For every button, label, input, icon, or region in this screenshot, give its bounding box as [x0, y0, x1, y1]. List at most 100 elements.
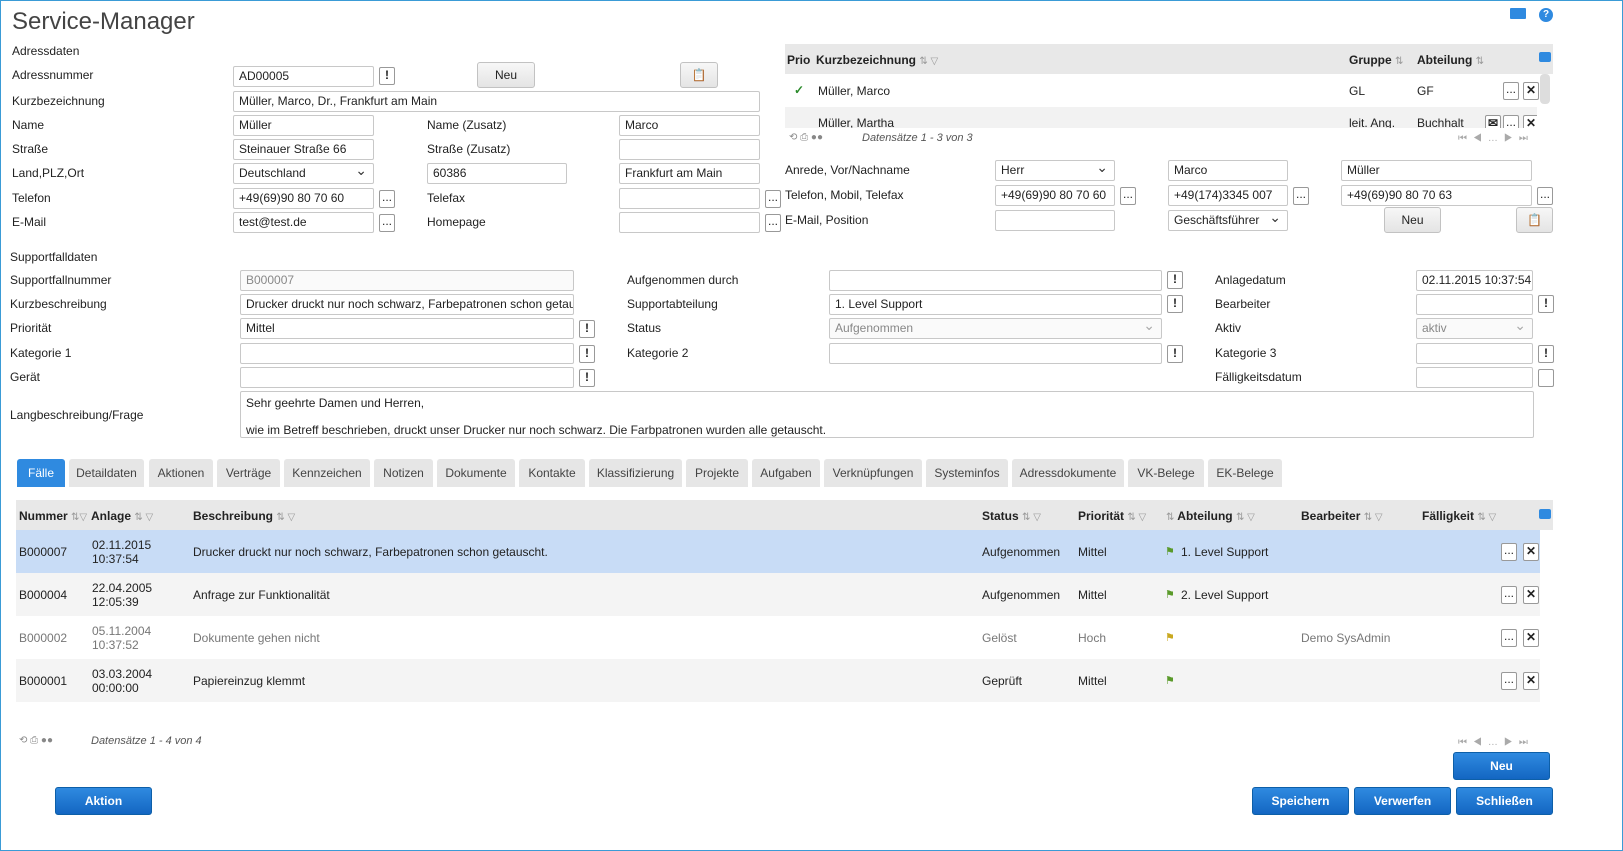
- tab-vertraege[interactable]: Verträge: [217, 459, 280, 487]
- contact-phone-field[interactable]: +49(69)90 80 70 60: [995, 185, 1115, 206]
- action-button[interactable]: Aktion: [55, 787, 152, 815]
- editor-alert-button[interactable]: !: [1538, 295, 1554, 313]
- contact-row[interactable]: Müller, Martha leit. Ang. Buchhalt ✉ ...…: [785, 107, 1537, 128]
- long-desc-textarea[interactable]: Sehr geehrte Damen und Herren, wie im Be…: [240, 391, 1534, 438]
- tab-verknuepfungen[interactable]: Verknüpfungen: [824, 459, 922, 487]
- contact-edit-button[interactable]: ...: [1503, 82, 1519, 100]
- contact-delete-button[interactable]: ✕: [1523, 115, 1537, 128]
- contact-email-field[interactable]: [995, 210, 1115, 231]
- priority-alert-button[interactable]: !: [579, 320, 595, 338]
- tab-kontakte[interactable]: Kontakte: [519, 459, 585, 487]
- street2-field[interactable]: [619, 139, 760, 160]
- col-dept[interactable]: ⇅ Abteilung ⇅ ▽: [1166, 509, 1255, 523]
- tab-kennzeichen[interactable]: Kennzeichen: [284, 459, 370, 487]
- country-select[interactable]: Deutschland: [233, 163, 374, 184]
- mail-icon[interactable]: [1510, 8, 1526, 19]
- address-short-field[interactable]: Müller, Marco, Dr., Frankfurt am Main: [233, 91, 760, 112]
- phone-field[interactable]: +49(69)90 80 70 60: [233, 188, 374, 209]
- position-select[interactable]: Geschäftsführer: [1168, 210, 1288, 231]
- category2-field[interactable]: [829, 343, 1162, 364]
- last-name-field[interactable]: Müller: [1341, 160, 1532, 181]
- contact-clipboard-button[interactable]: 📋: [1516, 207, 1553, 233]
- support-dept-field[interactable]: 1. Level Support: [829, 294, 1162, 315]
- col-desc[interactable]: Beschreibung ⇅ ▽: [193, 509, 295, 523]
- table-row[interactable]: B000002 05.11.2004 10:37:52 Dokumente ge…: [16, 616, 1540, 659]
- homepage-more-button[interactable]: ...: [765, 214, 781, 232]
- email-field[interactable]: test@test.de: [233, 212, 374, 233]
- table-row[interactable]: B000007 02.11.2015 10:37:54 Drucker druc…: [16, 530, 1540, 573]
- contact-mail-button[interactable]: ✉: [1485, 115, 1501, 128]
- row-edit-button[interactable]: ...: [1501, 543, 1517, 561]
- tab-vk-belege[interactable]: VK-Belege: [1128, 459, 1204, 487]
- address-nr-field[interactable]: AD00005: [233, 66, 374, 87]
- category3-alert-button[interactable]: !: [1538, 345, 1554, 363]
- row-edit-button[interactable]: ...: [1501, 586, 1517, 604]
- col-group[interactable]: Gruppe ⇅: [1349, 53, 1403, 67]
- tab-ek-belege[interactable]: EK-Belege: [1208, 459, 1282, 487]
- contacts-toolbar-icons[interactable]: ⟲ ⎙ ●●: [789, 132, 823, 143]
- col-prio[interactable]: Priorität ⇅ ▽: [1078, 509, 1146, 523]
- col-short[interactable]: Kurzbezeichnung ⇅ ▽: [816, 53, 938, 67]
- contact-row[interactable]: ✓ Müller, Marco GL GF ... ✕: [785, 74, 1539, 107]
- col-created[interactable]: Anlage ⇅ ▽: [91, 509, 153, 523]
- table-row[interactable]: B000004 22.04.2005 12:05:39 Anfrage zur …: [16, 573, 1540, 616]
- row-delete-button[interactable]: ✕: [1523, 543, 1539, 561]
- support-dept-alert-button[interactable]: !: [1167, 295, 1183, 313]
- phone-more-button[interactable]: ...: [379, 190, 395, 208]
- name2-field[interactable]: Marco: [619, 115, 760, 136]
- homepage-field[interactable]: [619, 212, 760, 233]
- address-new-button[interactable]: Neu: [477, 62, 535, 88]
- tab-systeminfos[interactable]: Systeminfos: [926, 459, 1008, 487]
- fax-field[interactable]: [619, 188, 760, 209]
- device-field[interactable]: [240, 367, 574, 388]
- col-status[interactable]: Status ⇅ ▽: [982, 509, 1041, 523]
- first-name-field[interactable]: Marco: [1168, 160, 1288, 181]
- city-field[interactable]: Frankfurt am Main: [619, 163, 760, 184]
- contact-mobile-field[interactable]: +49(174)3345 007: [1168, 185, 1288, 206]
- fax-more-button[interactable]: ...: [765, 190, 781, 208]
- short-desc-field[interactable]: Drucker druckt nur noch schwarz, Farbepa…: [240, 294, 574, 315]
- device-alert-button[interactable]: !: [579, 369, 595, 387]
- col-due[interactable]: Fälligkeit ⇅ ▽: [1422, 509, 1496, 523]
- help-icon[interactable]: ?: [1539, 8, 1553, 22]
- support-nr-field[interactable]: B000007: [240, 270, 574, 291]
- contacts-scrollbar[interactable]: [1540, 74, 1550, 104]
- contact-mobile-more-button[interactable]: ...: [1293, 187, 1309, 205]
- tab-dokumente[interactable]: Dokumente: [437, 459, 515, 487]
- priority-field[interactable]: Mittel: [240, 318, 574, 339]
- tab-detaildaten[interactable]: Detaildaten: [69, 459, 144, 487]
- tab-adressdokumente[interactable]: Adressdokumente: [1012, 459, 1124, 487]
- tab-notizen[interactable]: Notizen: [374, 459, 433, 487]
- col-editor[interactable]: Bearbeiter ⇅ ▽: [1301, 509, 1383, 523]
- tab-aufgaben[interactable]: Aufgaben: [752, 459, 820, 487]
- contact-fax-field[interactable]: +49(69)90 80 70 63: [1341, 185, 1532, 206]
- salutation-select[interactable]: Herr: [995, 160, 1115, 181]
- contact-edit-button[interactable]: ...: [1503, 115, 1519, 128]
- taken-by-alert-button[interactable]: !: [1167, 271, 1183, 289]
- contact-new-button[interactable]: Neu: [1384, 207, 1441, 233]
- cases-toolbar-icons[interactable]: ⟲ ⎙ ●●: [19, 735, 53, 746]
- created-field[interactable]: 02.11.2015 10:37:54: [1416, 270, 1533, 291]
- category3-field[interactable]: [1416, 343, 1533, 364]
- tab-faelle[interactable]: Fälle: [17, 459, 65, 487]
- tab-aktionen[interactable]: Aktionen: [149, 459, 213, 487]
- cases-pager[interactable]: ⏮◀…▶⏭: [1458, 737, 1534, 748]
- row-edit-button[interactable]: ...: [1501, 672, 1517, 690]
- editor-field[interactable]: [1416, 294, 1533, 315]
- category1-alert-button[interactable]: !: [579, 345, 595, 363]
- due-picker-button[interactable]: [1538, 369, 1554, 387]
- col-dept[interactable]: Abteilung ⇅: [1417, 53, 1484, 67]
- table-row[interactable]: B000001 03.03.2004 00:00:00 Papiereinzug…: [16, 659, 1540, 702]
- row-delete-button[interactable]: ✕: [1523, 672, 1539, 690]
- status-select[interactable]: Aufgenommen: [829, 318, 1162, 339]
- col-nr[interactable]: Nummer ⇅▽: [19, 509, 87, 523]
- tab-projekte[interactable]: Projekte: [686, 459, 748, 487]
- row-delete-button[interactable]: ✕: [1523, 586, 1539, 604]
- category1-field[interactable]: [240, 343, 574, 364]
- street-field[interactable]: Steinauer Straße 66: [233, 139, 374, 160]
- taken-by-field[interactable]: [829, 270, 1162, 291]
- active-select[interactable]: aktiv: [1416, 318, 1533, 339]
- zip-field[interactable]: 60386: [427, 163, 567, 184]
- close-button[interactable]: Schließen: [1456, 787, 1553, 815]
- column-config-icon[interactable]: [1539, 509, 1551, 519]
